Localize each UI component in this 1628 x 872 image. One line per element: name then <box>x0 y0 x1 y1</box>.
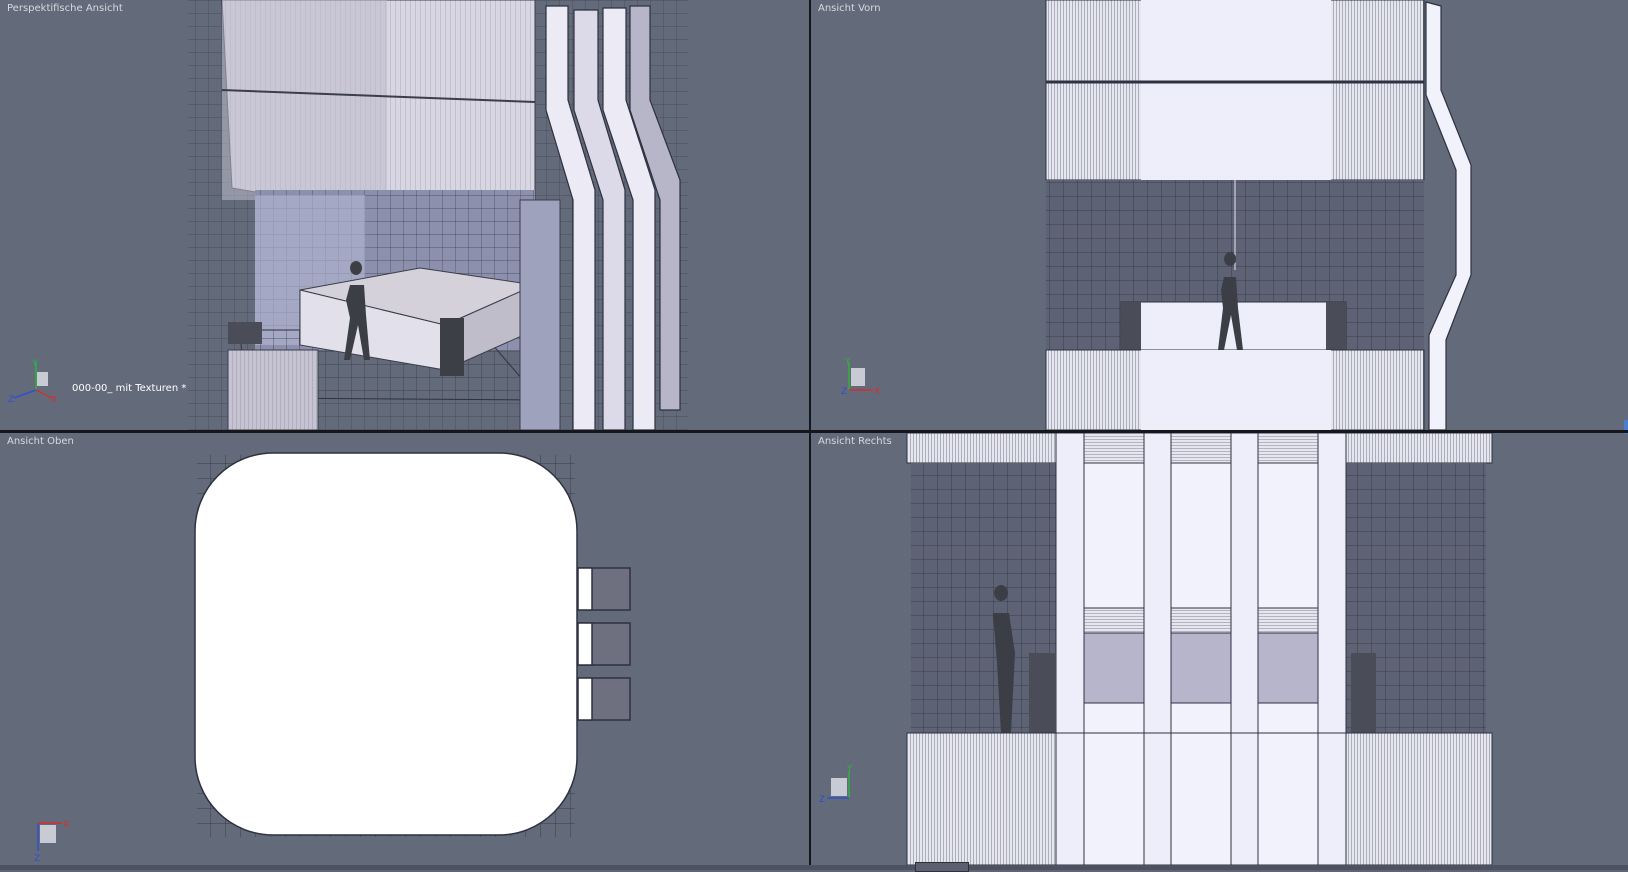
viewport-right[interactable]: Ansicht Rechts Y Z <box>811 433 1628 865</box>
front-scene: Y X Z <box>841 0 1472 430</box>
perspective-scene: Y X Z <box>8 0 688 430</box>
viewport-label-right[interactable]: Ansicht Rechts <box>818 436 892 447</box>
scene-caption: 000-00_ mit Texturen * <box>72 383 187 394</box>
axis-gizmo-icon <box>37 822 62 851</box>
axis-z-label: Z <box>8 395 14 405</box>
axis-gizmo-icon <box>848 362 873 391</box>
svg-text:Z: Z <box>819 795 825 805</box>
viewport-label-perspective[interactable]: Perspektifische Ansicht <box>7 3 123 14</box>
svg-text:Z: Z <box>34 854 40 864</box>
viewport-perspective[interactable]: Perspektifische Ansicht Y X Z 000-00_ mi… <box>0 0 809 430</box>
axis-y-label: Y <box>31 359 38 369</box>
viewport-divider-horizontal[interactable] <box>0 430 1628 433</box>
nav-handle[interactable] <box>915 862 969 872</box>
viewport-label-front[interactable]: Ansicht Vorn <box>818 3 881 14</box>
svg-text:Y: Y <box>846 764 853 774</box>
svg-text:X: X <box>63 820 69 830</box>
top-scene: X Z <box>34 452 631 864</box>
axis-gizmo-icon <box>827 771 850 799</box>
duct-blocks <box>577 567 631 721</box>
viewport-label-top[interactable]: Ansicht Oben <box>7 436 74 447</box>
svg-text:Y: Y <box>844 357 851 367</box>
viewport-front[interactable]: Ansicht Vorn Y X Z <box>811 0 1628 430</box>
viewport-top[interactable]: Ansicht Oben X Z <box>0 433 809 865</box>
svg-text:X: X <box>874 387 880 397</box>
right-scene: Y Z <box>819 433 1493 865</box>
axis-x-label: X <box>51 395 57 405</box>
bottom-status-strip <box>0 865 1628 870</box>
svg-text:Z: Z <box>841 387 847 397</box>
